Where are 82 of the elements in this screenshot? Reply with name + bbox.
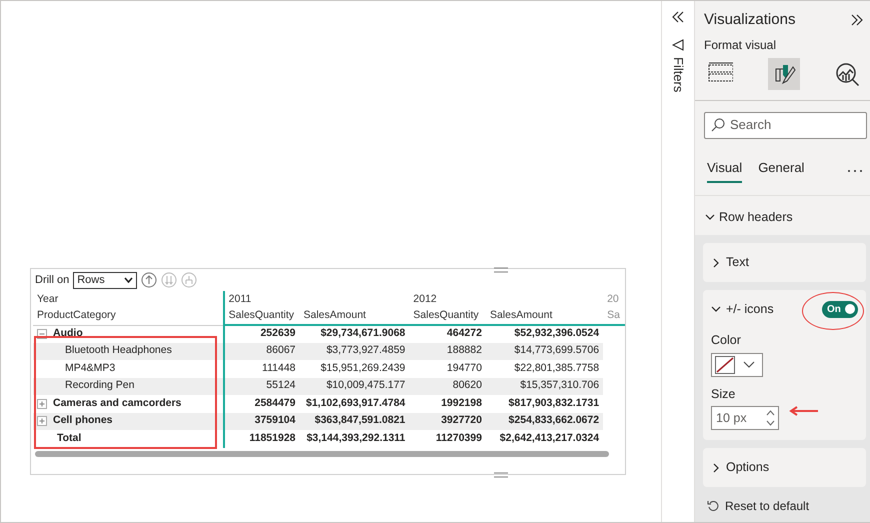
- format-tab[interactable]: Visual: [707, 158, 742, 184]
- size-spinbox[interactable]: 10 px: [711, 406, 779, 430]
- table-cell: 188882: [409, 342, 486, 360]
- magnifier-chart-icon: [834, 60, 860, 86]
- table-cell: $10,009,475.177: [300, 378, 410, 395]
- spinner-icon[interactable]: [766, 409, 775, 428]
- table-cell: 86067: [224, 342, 300, 360]
- table-cell: 11851928: [224, 430, 300, 448]
- filters-label[interactable]: Filters: [668, 57, 688, 92]
- chevron-down-icon: [711, 304, 721, 314]
- collapse-icon[interactable]: [672, 11, 684, 23]
- row-header: Total: [57, 430, 82, 446]
- table-cell: $817,903,832.1731: [486, 395, 604, 412]
- table-cell: $15,951,269.2439: [300, 360, 410, 378]
- table-cell: $29,734,671.9068: [300, 325, 410, 342]
- drill-label: Drill on: [35, 272, 70, 288]
- row-header: Cell phones: [53, 413, 113, 428]
- column-header: SalesAmount: [300, 308, 410, 325]
- row-header: Audio: [53, 326, 83, 342]
- column-header: Sa: [603, 308, 625, 325]
- column-header: ProductCategory: [33, 308, 224, 325]
- table-cell: $22,801,385.7758: [486, 360, 604, 378]
- reset-button[interactable]: Reset to default: [703, 495, 866, 515]
- table-cell: $52,932,396.0524: [486, 325, 604, 342]
- more-icon[interactable]: [847, 168, 863, 172]
- field-label: Color: [711, 332, 742, 349]
- drill-dropdown[interactable]: Rows: [73, 272, 138, 288]
- card-header[interactable]: Text: [711, 253, 749, 272]
- card-header[interactable]: Options: [711, 458, 770, 477]
- drill-up-icon[interactable]: [141, 272, 158, 288]
- table-cell: 464272: [409, 325, 486, 342]
- toggle-switch[interactable]: On: [822, 300, 858, 318]
- table-cell: 80620: [409, 378, 486, 395]
- row-header: MP4&MP3: [65, 360, 116, 376]
- search-icon: [711, 118, 725, 132]
- table-cell: 194770: [409, 360, 486, 378]
- visual-mode-tab[interactable]: [768, 58, 800, 90]
- format-tab[interactable]: General: [758, 158, 804, 184]
- annotation-ellipse: [802, 292, 864, 330]
- search-box[interactable]: Search: [704, 112, 867, 138]
- table-cell: 11270399: [409, 430, 486, 448]
- scrollbar[interactable]: [35, 450, 609, 456]
- column-header: SalesQuantity: [224, 308, 300, 325]
- pane-subtitle: Format visual: [704, 36, 778, 54]
- reset-icon: [707, 500, 719, 512]
- chevron-right-icon: [711, 258, 721, 268]
- card-header[interactable]: +/- icons: [711, 300, 774, 319]
- column-header: Year: [33, 291, 224, 308]
- filter-icon[interactable]: [672, 39, 684, 51]
- table-cell: $3,144,393,292.1311: [300, 430, 410, 448]
- column-header: SalesQuantity: [409, 308, 486, 325]
- table-cell: 55124: [224, 378, 300, 395]
- search-input[interactable]: Search: [730, 115, 850, 135]
- table-cell: 3927720: [409, 412, 486, 430]
- pane-title: Visualizations: [704, 10, 796, 30]
- caret-icon: [124, 277, 134, 283]
- table-cell: 3759104: [224, 412, 300, 430]
- table-cell: $2,642,413,217.0324: [486, 430, 604, 448]
- color-picker[interactable]: [711, 352, 763, 376]
- table-cell: $1,102,693,917.4784: [300, 395, 410, 412]
- table-cell: $15,357,310.706: [486, 378, 604, 395]
- table-cell: $254,833,662.0672: [486, 412, 604, 430]
- field-label: Size: [711, 386, 736, 402]
- column-header: 20: [606, 292, 620, 307]
- row-header: Recording Pen: [65, 378, 134, 394]
- no-color-swatch-icon: [715, 356, 735, 374]
- table-cell: 1992198: [409, 395, 486, 412]
- resize-grip-icon[interactable]: [494, 267, 508, 273]
- caret-icon: [743, 361, 755, 368]
- table-cell: $363,847,591.0821: [300, 412, 410, 430]
- table-cell: $3,773,927.4859: [300, 342, 410, 360]
- annotation-arrow: [789, 406, 819, 416]
- row-header: Bluetooth Headphones: [65, 343, 172, 358]
- column-header: SalesAmount: [486, 308, 604, 325]
- row-header: Cameras and camcorders: [53, 396, 182, 411]
- column-header: 2011: [224, 291, 410, 308]
- chevron-right-icon: [711, 462, 721, 473]
- column-header: 2012: [412, 292, 438, 307]
- resize-grip-icon[interactable]: [494, 472, 508, 478]
- chevron-down-icon: [705, 212, 715, 222]
- table-cell: $14,773,699.5706: [486, 342, 604, 360]
- expand-icon[interactable]: [851, 14, 863, 26]
